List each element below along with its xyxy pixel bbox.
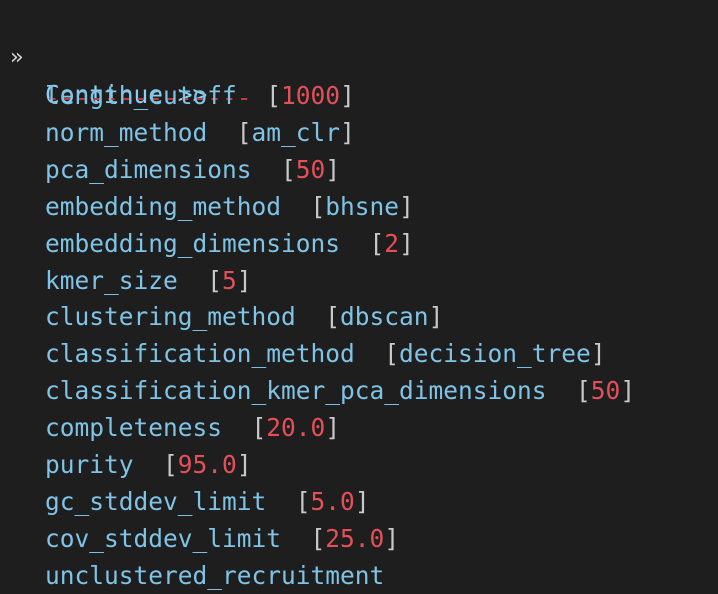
option-value: 95.0 [177, 450, 237, 479]
close-bracket: ] [325, 154, 341, 184]
open-bracket: [ [281, 154, 296, 184]
close-bracket: ] [340, 117, 355, 147]
terminal-window: » Continue >> -------------- length_cuto… [0, 0, 718, 592]
close-bracket: ] [236, 450, 252, 479]
open-bracket: [ [251, 413, 267, 443]
option-content: purity [95.0] [45, 446, 252, 483]
close-bracket: ] [325, 413, 341, 443]
option-content: length_cutoff [1000] [45, 77, 355, 114]
close-bracket: ] [428, 302, 444, 332]
option-content: kmer_size [5] [45, 262, 252, 299]
option-name: gc_stddev_limit [45, 486, 267, 516]
option-value: am_clr [251, 117, 341, 147]
option-content: pca_dimensions [50] [45, 151, 340, 188]
open-bracket: [ [236, 117, 252, 147]
option-name: cov_stddev_limit [45, 523, 282, 553]
option-value: dbscan [340, 302, 429, 332]
option-name: pca_dimensions [45, 154, 252, 184]
option-value: decision_tree [399, 339, 591, 369]
close-bracket: ] [399, 191, 414, 221]
close-bracket: ] [236, 265, 252, 295]
option-name: completeness [45, 413, 223, 443]
close-bracket: ] [340, 81, 355, 110]
option-value: 20.0 [266, 413, 326, 443]
option-name: length_cutoff [45, 81, 237, 110]
open-bracket: [ [207, 265, 223, 295]
option-value: 50 [590, 376, 621, 406]
option-content: completeness [20.0] [45, 409, 340, 446]
option-content: classification_kmer_pca_dimensions [50] [45, 372, 635, 409]
option-name: clustering_method [45, 302, 296, 332]
option-value: 5.0 [310, 486, 355, 516]
separator-row: -------------- [0, 42, 252, 112]
option-content: cov_stddev_limit [25.0] [45, 520, 399, 557]
close-bracket: ] [384, 523, 400, 553]
open-bracket: [ [369, 228, 385, 258]
option-content: unclustered_recruitment [45, 557, 384, 594]
close-bracket: ] [620, 376, 636, 406]
open-bracket: [ [576, 376, 591, 406]
option-value: bhsne [325, 191, 400, 221]
option-name: classification_kmer_pca_dimensions [45, 376, 547, 406]
option-value: 5 [222, 265, 237, 295]
option-name: purity [45, 450, 134, 479]
option-value: 2 [384, 228, 400, 258]
option-value: 25.0 [325, 523, 385, 553]
option-content: norm_method [am_clr] [45, 114, 355, 151]
open-bracket: [ [310, 191, 326, 221]
option-value: 50 [295, 154, 326, 184]
option-content: classification_method [decision_tree] [45, 335, 606, 372]
open-bracket: [ [325, 302, 341, 332]
open-bracket: [ [384, 339, 400, 369]
option-name: embedding_dimensions [45, 228, 341, 258]
option-name: kmer_size [45, 265, 178, 295]
option-content: embedding_dimensions [2] [45, 225, 414, 262]
close-bracket: ] [399, 228, 414, 258]
option-name: embedding_method [45, 191, 282, 221]
option-value: 1000 [281, 81, 341, 110]
option-content: embedding_method [bhsne] [45, 188, 414, 225]
option-content: gc_stddev_limit [5.0] [45, 483, 370, 520]
open-bracket: [ [163, 450, 178, 479]
option-name: unclustered_recruitment [45, 560, 385, 590]
option-name: classification_method [45, 339, 355, 369]
option-content: clustering_method [dbscan] [45, 298, 443, 335]
continue-row[interactable]: » Continue >> [0, 2, 207, 109]
open-bracket: [ [266, 81, 282, 110]
open-bracket: [ [310, 523, 326, 553]
option-name: norm_method [45, 117, 208, 147]
close-bracket: ] [354, 486, 370, 516]
open-bracket: [ [295, 486, 311, 516]
close-bracket: ] [590, 339, 606, 369]
